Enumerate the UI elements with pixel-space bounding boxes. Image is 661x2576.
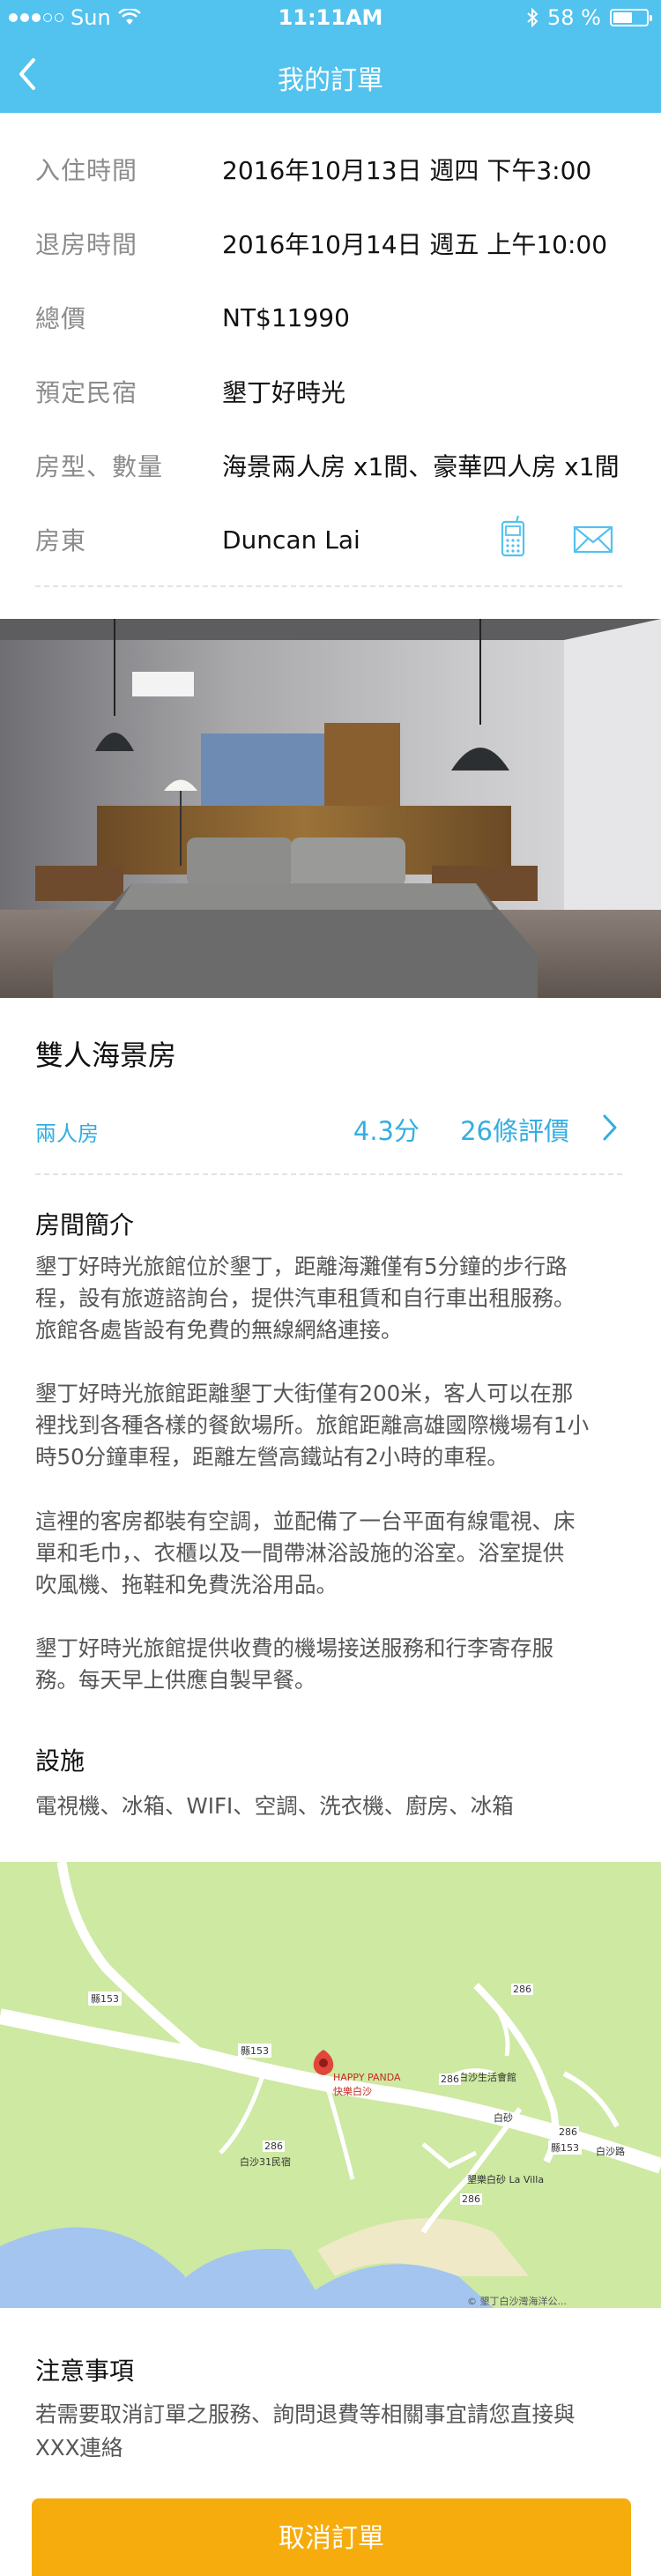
checkin-row: 入住時間 2016年10月13日 週四 下午3:00 xyxy=(35,132,622,206)
checkin-label: 入住時間 xyxy=(35,156,138,185)
intro-text: 裡找到各種各樣的餐飲場所。旅館距離高雄國際機場有1小 xyxy=(35,1412,590,1438)
intro-text: 時50分鐘車程，距離左營高鐵站有2小時的車程。 xyxy=(35,1444,509,1470)
map-place-label: 白砂 xyxy=(494,2112,513,2124)
intro-paragraph-3: 這裡的客房都裝有空調，並配備了一台平面有線電視、床 單和毛巾，、衣櫃以及一間帶淋… xyxy=(35,1506,622,1601)
intro-text: 程，設有旅遊諮詢台，提供汽車租賃和自行車出租服務。 xyxy=(35,1285,576,1311)
room-rating: 4.3分 xyxy=(353,1116,420,1146)
intro-text: 吹風機、拖鞋和免費洗浴用品。 xyxy=(35,1572,338,1597)
intro-text: 旅館各處皆設有免費的無線網絡連接。 xyxy=(35,1317,403,1343)
battery-percent: 58 % xyxy=(547,5,601,30)
bluetooth-icon xyxy=(527,8,538,27)
total-label: 總價 xyxy=(35,304,87,333)
total-row: 總價 NT$11990 xyxy=(35,280,622,354)
rooms-row: 房型、數量 海景兩人房 x1間、豪華四人房 x1間 xyxy=(35,428,622,503)
host-row: 房東 Duncan Lai xyxy=(35,503,622,577)
chevron-right-icon xyxy=(603,1114,617,1141)
battery-icon xyxy=(610,9,652,26)
room-photo-image xyxy=(0,619,661,998)
location-map[interactable]: HAPPY PANDA 快樂白沙 白沙生活會館 白砂 白沙31民宿 墾樂白砂 L… xyxy=(0,1862,661,2308)
nav-bar: 我的訂單 xyxy=(0,35,661,113)
facilities-title: 設施 xyxy=(35,1746,85,1776)
map-pin-label-zh: 快樂白沙 xyxy=(333,2086,372,2097)
notice-line: XXX連絡 xyxy=(35,2435,123,2461)
checkout-row: 退房時間 2016年10月14日 週五 上午10:00 xyxy=(35,206,622,280)
notice-text: 若需要取消訂單之服務、詢問退費等相關事宜請您直接與 XXX連絡 xyxy=(35,2398,622,2465)
room-meta: 兩人房 4.3分 26條評價 xyxy=(35,1111,622,1146)
map-road-label: 286 xyxy=(439,2073,461,2085)
room-type: 兩人房 xyxy=(35,1121,99,1146)
bnb-row: 預定民宿 墾丁好時光 xyxy=(35,354,622,428)
intro-title: 房間簡介 xyxy=(35,1210,135,1240)
map-road-label: 286 xyxy=(511,1984,533,1995)
call-host-button[interactable] xyxy=(492,515,536,561)
mail-icon xyxy=(573,525,613,554)
intro-text: 這裡的客房都裝有空調，並配備了一台平面有線電視、床 xyxy=(35,1508,576,1534)
intro-text: 務。每天早上供應自製早餐。 xyxy=(35,1667,316,1693)
notice-line: 若需要取消訂單之服務、詢問退費等相關事宜請您直接與 xyxy=(35,2401,576,2427)
intro-text: 單和毛巾，、衣櫃以及一間帶淋浴設施的浴室。浴室提供 xyxy=(35,1540,565,1566)
checkin-value: 2016年10月13日 週四 下午3:00 xyxy=(222,156,592,185)
checkout-value: 2016年10月14日 週五 上午10:00 xyxy=(222,230,608,259)
intro-text: 墾丁好時光旅館距離墾丁大街僅有200米，客人可以在那 xyxy=(35,1381,574,1406)
map-road-label: 白沙路 xyxy=(596,2146,625,2157)
map-canvas xyxy=(0,1862,661,2308)
intro-text: 墾丁好時光旅館提供收費的機場接送服務和行李寄存服 xyxy=(35,1635,553,1661)
map-road-label: 286 xyxy=(460,2193,482,2205)
bnb-label: 預定民宿 xyxy=(35,378,138,407)
map-attribution: © 墾丁白沙灣海洋公... xyxy=(467,2296,567,2307)
checkout-label: 退房時間 xyxy=(35,230,138,259)
total-value: NT$11990 xyxy=(222,302,350,332)
map-place-label: 白沙31民宿 xyxy=(240,2156,291,2168)
map-road-label: 縣153 xyxy=(548,2140,582,2155)
page-title: 我的訂單 xyxy=(278,65,383,96)
intro-text: 墾丁好時光旅館位於墾丁，距離海灘僅有5分鐘的步行路 xyxy=(35,1254,568,1279)
map-road-label: 286 xyxy=(557,2126,579,2138)
map-pin-label: HAPPY PANDA xyxy=(333,2072,401,2083)
map-road-label: 縣153 xyxy=(238,2044,271,2058)
map-road-label: 縣153 xyxy=(88,1992,122,2006)
facilities-list: 電視機、冰箱、WIFI、空調、洗衣機、廚房、冰箱 xyxy=(35,1793,514,1819)
status-bar: Sun 11:11AM 58 % xyxy=(0,0,661,35)
map-place-label: 墾樂白砂 La Villa xyxy=(467,2174,545,2185)
phone-icon xyxy=(501,515,525,557)
header-bar: Sun 11:11AM 58 % 我的訂單 xyxy=(0,0,661,113)
map-place-label: 白沙生活會館 xyxy=(458,2072,516,2083)
room-name: 雙人海景房 xyxy=(35,1039,177,1072)
room-photo[interactable] xyxy=(0,619,661,998)
mail-host-button[interactable] xyxy=(571,515,615,561)
bnb-value: 墾丁好時光 xyxy=(222,378,346,407)
map-road-label: 286 xyxy=(263,2140,285,2152)
intro-paragraph-1: 墾丁好時光旅館位於墾丁，距離海灘僅有5分鐘的步行路 程，設有旅遊諮詢台，提供汽車… xyxy=(35,1251,622,1346)
cancel-order-button[interactable]: 取消訂單 xyxy=(32,2498,631,2576)
divider xyxy=(35,585,622,587)
intro-paragraph-2: 墾丁好時光旅館距離墾丁大街僅有200米，客人可以在那 裡找到各種各樣的餐飲場所。… xyxy=(35,1378,622,1473)
rooms-value: 海景兩人房 x1間、豪華四人房 x1間 xyxy=(222,452,620,481)
intro-paragraph-4: 墾丁好時光旅館提供收費的機場接送服務和行李寄存服 務。每天早上供應自製早餐。 xyxy=(35,1633,622,1696)
order-info: 入住時間 2016年10月13日 週四 下午3:00 退房時間 2016年10月… xyxy=(35,132,622,577)
notice-title: 注意事項 xyxy=(35,2356,135,2386)
host-label: 房東 xyxy=(35,526,87,555)
reviews-button[interactable] xyxy=(596,1113,622,1143)
room-reviews-link[interactable]: 26條評價 xyxy=(460,1111,569,1148)
divider xyxy=(35,1173,622,1175)
rooms-label: 房型、數量 xyxy=(35,452,164,481)
